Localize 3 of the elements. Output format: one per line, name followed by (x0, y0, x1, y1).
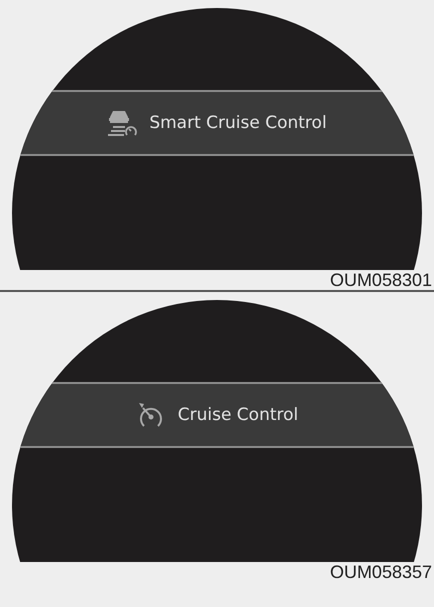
car-distance-gauge-icon (107, 109, 138, 137)
figure-code: OUM058357 (330, 562, 433, 582)
figure-code: OUM058301 (330, 270, 433, 290)
